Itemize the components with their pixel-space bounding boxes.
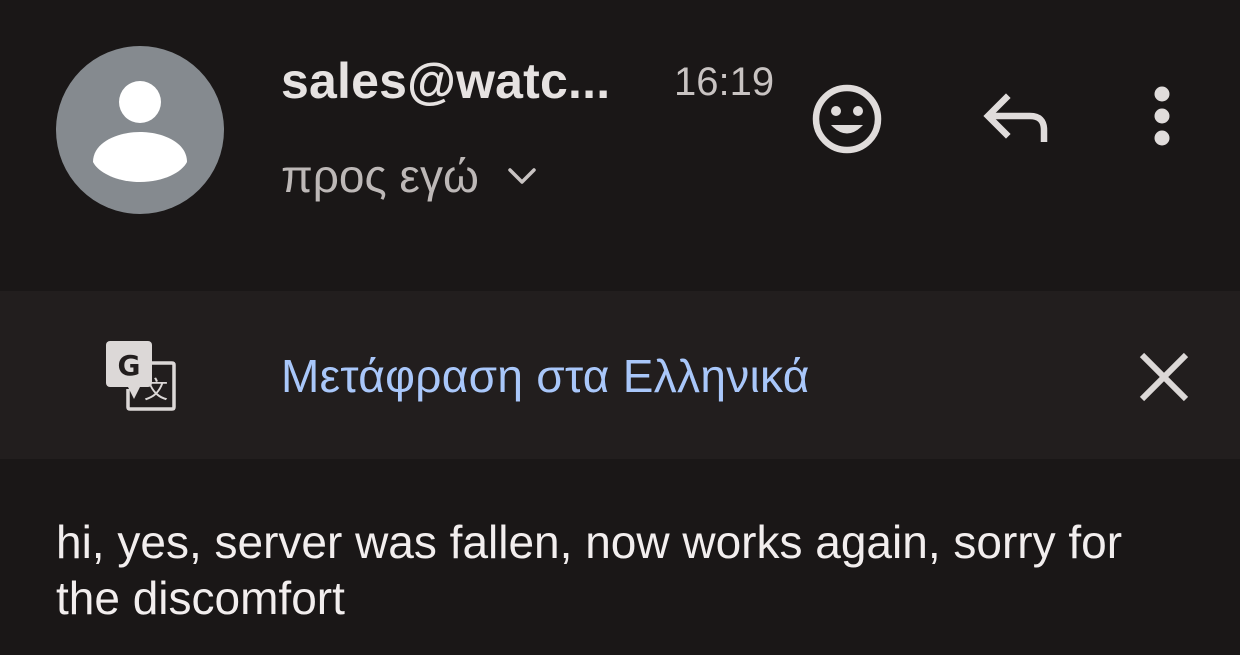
person-icon <box>93 81 187 182</box>
svg-text:文: 文 <box>144 376 168 404</box>
message-time: 16:19 <box>674 60 775 104</box>
translate-banner: G 文 Μετάφραση στα Ελληνικά <box>0 291 1240 459</box>
add-emoji-reaction-button[interactable] <box>806 78 888 160</box>
message-header: sales@watc... 16:19 προς εγώ <box>0 0 1240 290</box>
reply-icon <box>983 93 1048 142</box>
sender-address[interactable]: sales@watc... <box>281 52 610 110</box>
chevron-down-icon <box>508 168 536 184</box>
more-options-button[interactable] <box>1132 80 1192 160</box>
recipient-details-toggle[interactable]: προς εγώ <box>281 146 539 206</box>
smiley-icon <box>812 84 882 154</box>
svg-text:G: G <box>118 349 141 382</box>
email-view: sales@watc... 16:19 προς εγώ G 文 Μετάφρα… <box>0 0 1240 655</box>
more-vert-icon <box>1154 86 1170 146</box>
reply-button[interactable] <box>976 80 1056 160</box>
message-body: hi, yes, server was fallen, now works ag… <box>56 516 1123 624</box>
sender-avatar[interactable] <box>56 46 224 214</box>
recipient-label: προς εγώ <box>281 150 479 202</box>
translate-to-greek-link[interactable]: Μετάφραση στα Ελληνικά <box>281 349 810 403</box>
close-icon[interactable] <box>1134 347 1194 407</box>
google-translate-icon: G 文 <box>106 341 176 411</box>
